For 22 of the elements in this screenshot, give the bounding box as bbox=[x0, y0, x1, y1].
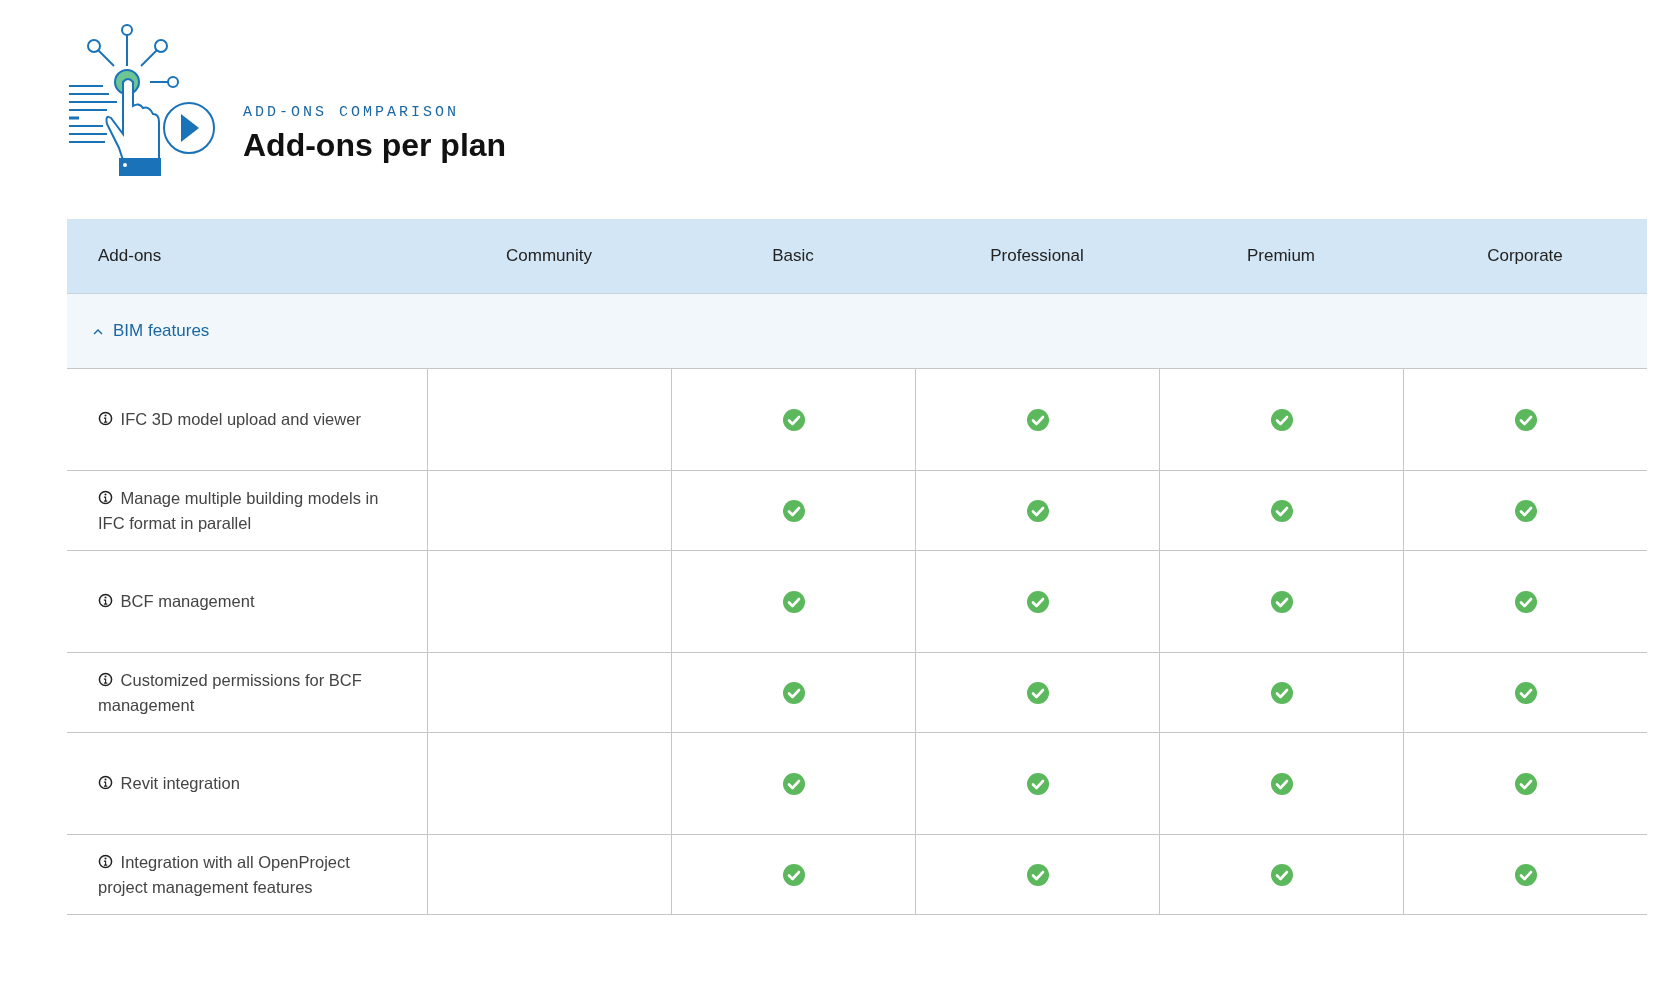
group-header[interactable]: BIM features bbox=[67, 294, 1647, 369]
page-title: Add-ons per plan bbox=[243, 127, 507, 164]
feature-label: IFC 3D model upload and viewer bbox=[98, 407, 388, 432]
info-icon[interactable] bbox=[98, 853, 113, 869]
column-header: Corporate bbox=[1487, 246, 1563, 266]
info-icon[interactable] bbox=[98, 411, 113, 426]
section-eyebrow: ADD-ONS COMPARISON bbox=[243, 104, 461, 121]
column-header: Community bbox=[506, 246, 592, 266]
feature-label: Integration with all OpenProject project management features bbox=[98, 851, 351, 898]
info-icon[interactable] bbox=[98, 775, 113, 790]
column-header: Professional bbox=[990, 246, 1084, 266]
column-header: Premium bbox=[1247, 246, 1315, 266]
column-header: Basic bbox=[772, 246, 814, 266]
group-label: BIM features bbox=[113, 321, 210, 341]
feature-label: Revit integration bbox=[98, 771, 388, 796]
feature-label: Customized permissions for BCF management bbox=[98, 669, 363, 716]
info-icon[interactable] bbox=[98, 671, 113, 687]
feature-label: BCF management bbox=[98, 589, 388, 614]
feature-label: Manage multiple building models in IFC format in parallel bbox=[98, 487, 380, 534]
info-icon[interactable] bbox=[98, 593, 113, 608]
info-icon[interactable] bbox=[98, 489, 113, 505]
column-header: Add-ons bbox=[98, 246, 162, 266]
